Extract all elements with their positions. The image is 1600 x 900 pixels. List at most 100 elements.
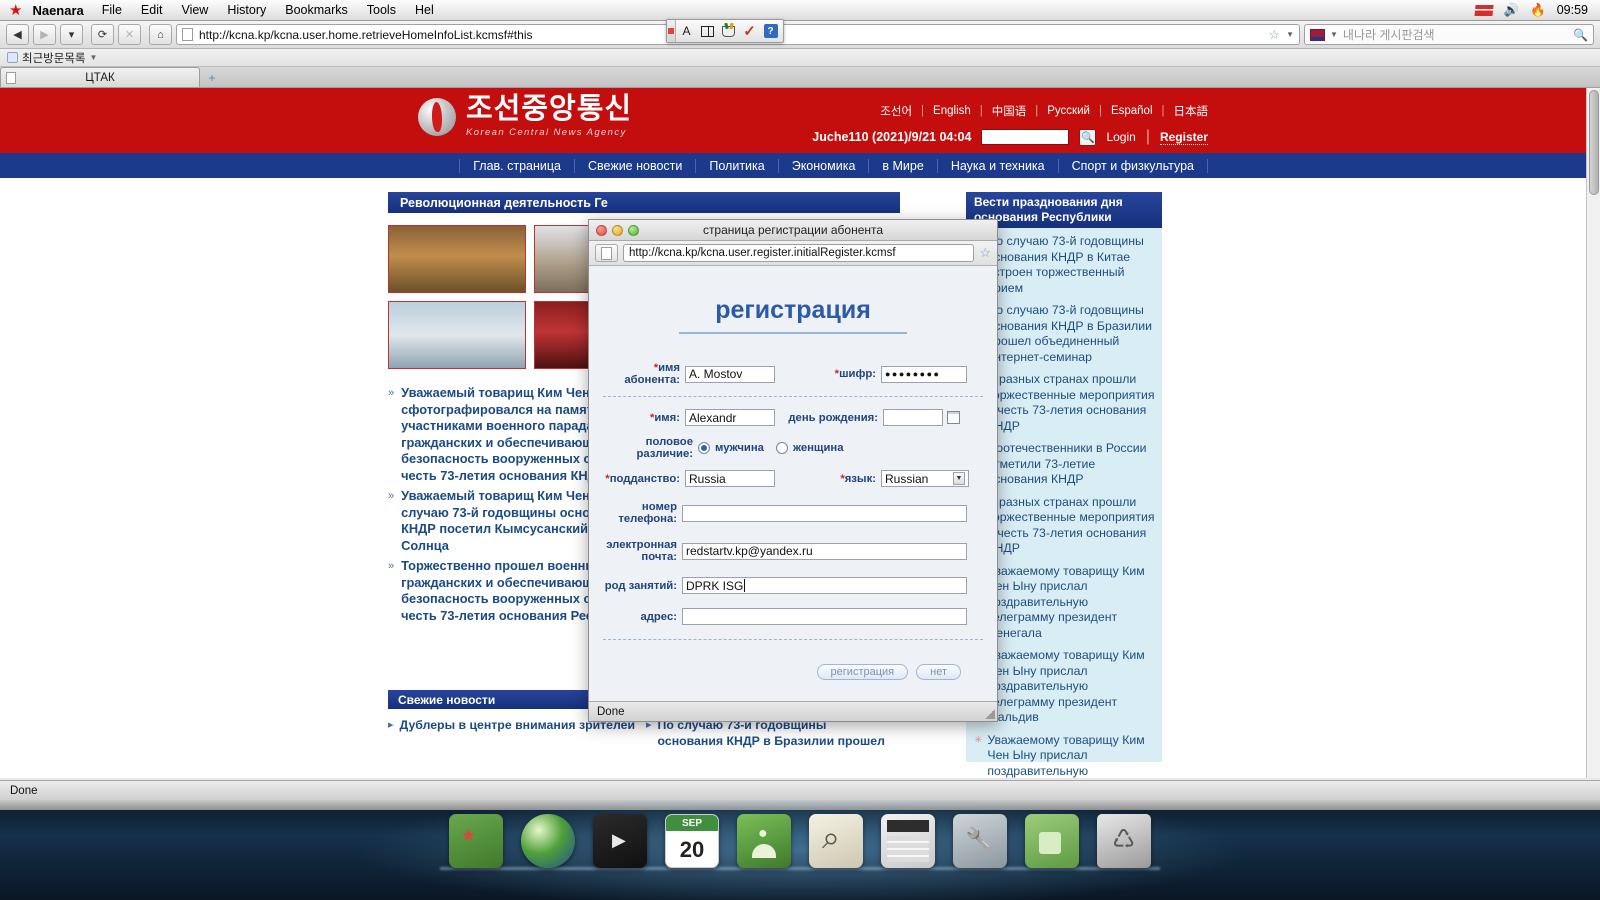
bookmark-star-icon[interactable]: ☆ bbox=[1268, 27, 1280, 43]
birthday-input[interactable] bbox=[883, 409, 943, 426]
dialog-url-field[interactable]: http://kcna.kp/kcna.user.register.initia… bbox=[623, 244, 975, 262]
system-tools-icon[interactable] bbox=[953, 814, 1007, 868]
columns-icon[interactable] bbox=[697, 20, 718, 42]
site-logo[interactable]: 조선중앙통신 Korean Central News Agency bbox=[418, 95, 632, 138]
text-style-icon[interactable]: A bbox=[676, 20, 697, 42]
lang-english[interactable]: English bbox=[933, 105, 971, 117]
history-dropdown-button[interactable]: ▾ bbox=[60, 24, 83, 45]
media-player-icon[interactable] bbox=[593, 814, 647, 868]
calendar-icon[interactable] bbox=[947, 411, 960, 424]
menu-view[interactable]: View bbox=[181, 3, 208, 17]
file-search-icon[interactable] bbox=[809, 814, 863, 868]
firstname-input[interactable]: Alexandr bbox=[685, 409, 775, 426]
menu-file[interactable]: File bbox=[102, 3, 122, 17]
new-tab-button[interactable]: + bbox=[203, 69, 221, 87]
checkmark-icon[interactable]: ✓ bbox=[739, 20, 760, 42]
username-input[interactable]: A. Mostov bbox=[685, 365, 775, 383]
nav-world[interactable]: в Мире bbox=[869, 158, 938, 173]
menu-bookmarks[interactable]: Bookmarks bbox=[285, 3, 348, 17]
register-link[interactable]: Register bbox=[1159, 130, 1208, 145]
lang-japanese[interactable]: 日本語 bbox=[1174, 103, 1209, 119]
list-item[interactable]: ✳В разных странах прошли торжественные м… bbox=[974, 372, 1156, 434]
menu-edit[interactable]: Edit bbox=[141, 3, 163, 17]
list-item[interactable]: ✳Уважаемому товарищу Ким Чен Ыну прислал… bbox=[974, 648, 1156, 726]
password-input[interactable]: ●●●●●●●● bbox=[881, 365, 967, 383]
list-item[interactable]: ✳Уважаемому товарищу Ким Чен Ыну прислал… bbox=[974, 733, 1156, 779]
lang-russian[interactable]: Русский bbox=[1047, 105, 1090, 117]
email-input[interactable]: redstartv.kp@yandex.ru bbox=[682, 542, 967, 560]
calendar-icon[interactable]: SEP 20 bbox=[665, 814, 719, 868]
app-name[interactable]: Naenara bbox=[32, 3, 83, 18]
chevron-down-icon[interactable]: ▼ bbox=[1286, 30, 1294, 39]
help-icon[interactable]: ? bbox=[760, 20, 781, 42]
palette-grip[interactable] bbox=[667, 20, 676, 42]
text-editor-icon[interactable] bbox=[1025, 814, 1079, 868]
news-headline: По случаю 73-й годовщины основания КНДР … bbox=[987, 234, 1144, 295]
nav-home[interactable]: Глав. страница bbox=[459, 158, 575, 173]
site-search-icon[interactable]: 🔍 bbox=[1079, 128, 1097, 146]
tab-kcna[interactable]: ЦТАК bbox=[0, 67, 200, 87]
nav-sports[interactable]: Спорт и физкультура bbox=[1059, 158, 1208, 173]
photo-thumbnail[interactable] bbox=[388, 225, 526, 293]
list-item[interactable]: ✳Соотечественники в России отметили 73-л… bbox=[974, 441, 1156, 488]
phone-input[interactable] bbox=[682, 504, 967, 522]
flag-icon[interactable] bbox=[1473, 4, 1494, 16]
form-divider bbox=[603, 396, 983, 397]
address-bar-text: http://kcna.kp/kcna.user.home.retrieveHo… bbox=[199, 27, 533, 42]
nav-science[interactable]: Наука и техника bbox=[938, 158, 1059, 173]
resize-handle[interactable] bbox=[985, 709, 995, 719]
stop-button[interactable]: ✕ bbox=[118, 24, 141, 45]
language-select[interactable]: Russian ▼ bbox=[881, 470, 969, 487]
address-input[interactable] bbox=[682, 608, 967, 625]
page-scrollbar[interactable] bbox=[1586, 88, 1600, 778]
list-item[interactable]: ✳По случаю 73-й годовщины основания КНДР… bbox=[974, 234, 1156, 296]
volume-icon[interactable]: 🔊 bbox=[1504, 3, 1520, 18]
cancel-button[interactable]: нет bbox=[916, 664, 961, 680]
gender-female-radio[interactable] bbox=[775, 442, 788, 454]
search-engine-chevron-icon[interactable]: ▼ bbox=[1330, 30, 1338, 39]
citizenship-input[interactable]: Russia bbox=[685, 470, 775, 487]
web-browser-icon[interactable] bbox=[521, 814, 575, 868]
red-star-icon[interactable]: ★ bbox=[9, 3, 22, 18]
login-link[interactable]: Login bbox=[1106, 130, 1135, 144]
nav-economy[interactable]: Экономика bbox=[779, 158, 870, 173]
list-item[interactable]: ✳По случаю 73-й годовщины основания КНДР… bbox=[974, 303, 1156, 365]
chevron-down-icon[interactable]: ▼ bbox=[953, 472, 965, 485]
list-item[interactable]: ✳В разных странах прошли торжественные м… bbox=[974, 495, 1156, 557]
bookmark-chevron-icon[interactable]: ▼ bbox=[89, 53, 97, 62]
lang-chinese[interactable]: 中国语 bbox=[992, 103, 1027, 119]
flame-icon[interactable]: 🔥 bbox=[1530, 3, 1546, 18]
site-search-input[interactable] bbox=[981, 129, 1070, 145]
nav-politics[interactable]: Политика bbox=[696, 158, 779, 173]
search-placeholder: 내나라 게시판검색 bbox=[1342, 28, 1435, 42]
back-button[interactable]: ◀ bbox=[6, 24, 29, 45]
occupation-input[interactable]: DPRK ISG bbox=[682, 577, 967, 594]
search-icon[interactable]: 🔍 bbox=[1573, 28, 1588, 42]
menu-tools[interactable]: Tools bbox=[367, 3, 396, 17]
dialog-titlebar[interactable]: страница регистрации абонента bbox=[589, 220, 997, 241]
gender-male-radio[interactable] bbox=[698, 442, 710, 454]
lang-korean[interactable]: 조선어 bbox=[880, 103, 912, 119]
photo-thumbnail[interactable] bbox=[388, 301, 526, 369]
menu-help[interactable]: Hel bbox=[415, 3, 434, 17]
reload-button[interactable]: ⟳ bbox=[91, 24, 114, 45]
search-engine-icon[interactable] bbox=[1310, 28, 1325, 41]
calculator-icon[interactable] bbox=[881, 814, 935, 868]
floating-toolbar[interactable]: A ✓ ? bbox=[666, 19, 784, 43]
nav-fresh-news[interactable]: Свежие новости bbox=[575, 158, 697, 173]
bookmark-recent-visits[interactable]: 최근방문목록 bbox=[22, 50, 85, 66]
submit-registration-button[interactable]: регистрация bbox=[816, 664, 909, 680]
documents-folder-icon[interactable] bbox=[449, 814, 503, 868]
menu-history[interactable]: History bbox=[227, 3, 266, 17]
home-button[interactable]: ⌂ bbox=[149, 24, 172, 45]
dialog-address-bar[interactable]: http://kcna.kp/kcna.user.register.initia… bbox=[589, 241, 997, 266]
contacts-icon[interactable] bbox=[737, 814, 791, 868]
forward-button[interactable]: ▶ bbox=[33, 24, 56, 45]
scrollbar-thumb[interactable] bbox=[1589, 90, 1599, 195]
trash-icon[interactable] bbox=[1097, 814, 1151, 868]
search-box[interactable]: ▼ 내나라 게시판검색 🔍 bbox=[1304, 24, 1594, 45]
brush-cup-icon[interactable] bbox=[718, 20, 739, 42]
dialog-bookmark-star-icon[interactable]: ☆ bbox=[979, 245, 991, 261]
list-item[interactable]: ✳Уважаемому товарищу Ким Чен Ыну прислал… bbox=[974, 564, 1156, 642]
lang-spanish[interactable]: Español bbox=[1111, 105, 1153, 117]
